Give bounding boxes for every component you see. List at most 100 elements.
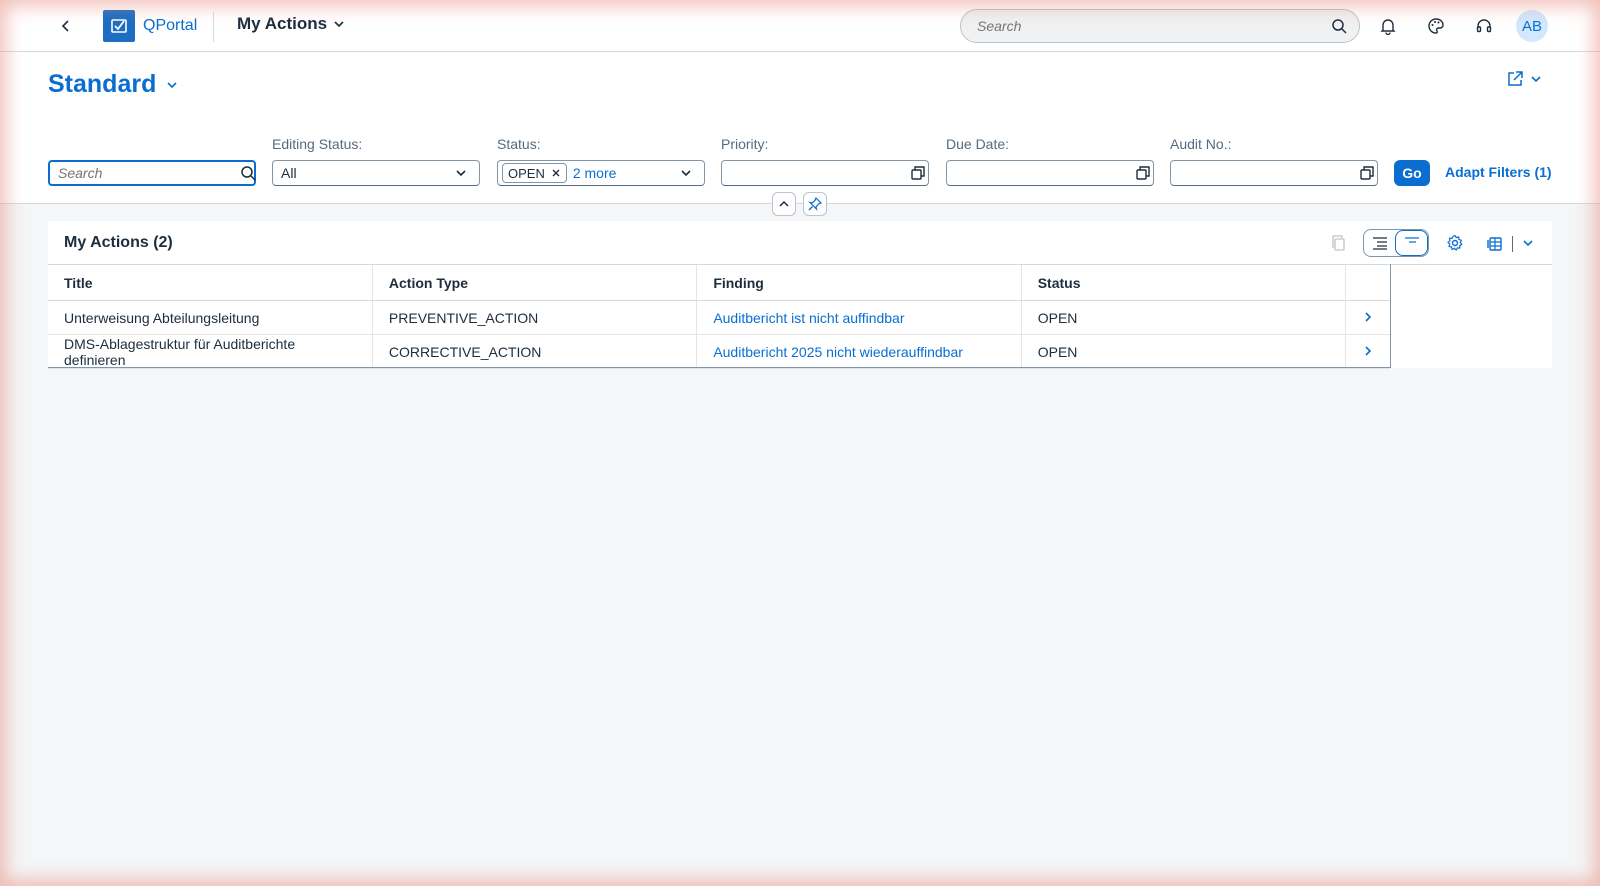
search-icon[interactable] [240,163,256,183]
status-token-text: OPEN [508,165,545,181]
avatar[interactable]: AB [1516,10,1548,42]
share-button[interactable] [1506,70,1542,88]
adapt-filters-link[interactable]: Adapt Filters (1) [1445,164,1552,180]
due-date-label: Due Date: [946,136,1010,152]
shell-bar: QPortal My Actions AB [0,0,1600,52]
chevron-down-icon [334,21,344,28]
copy-icon [1332,235,1345,251]
shell-search-input[interactable] [977,18,1331,34]
chevron-right-icon [1365,311,1372,322]
due-date-input[interactable] [955,165,1136,181]
cell-action-type: PREVENTIVE_ACTION [371,300,697,335]
filter-search-input[interactable] [58,165,240,181]
copy-button[interactable] [1325,229,1353,257]
expand-collapse-segment [1363,229,1429,257]
cell-finding: Auditbericht 2025 nicht wiederauffindbar [696,334,1022,369]
collapse-all-icon [1404,237,1419,243]
variant-selector[interactable]: Standard [48,70,178,99]
shell-separator [213,12,214,42]
row-navigation[interactable] [1345,300,1390,335]
column-header-title[interactable]: Title [48,264,373,301]
chevron-down-icon[interactable] [451,163,471,183]
chevron-left-icon [61,20,69,32]
status-multicombobox[interactable]: OPEN 2 more [497,160,705,186]
value-help-icon[interactable] [1136,163,1150,183]
cell-status: OPEN [1020,300,1346,335]
pin-header-button[interactable] [803,192,827,216]
table-bottom-border [48,367,1391,368]
share-icon [1508,71,1523,86]
cell-finding: Auditbericht ist nicht auffindbar [696,300,1022,335]
page-title: My Actions [237,14,328,33]
chevron-right-icon [1365,345,1372,356]
priority-field[interactable] [721,160,929,186]
value-help-icon[interactable] [1360,163,1374,183]
status-more-link[interactable]: 2 more [573,165,676,181]
bell-icon [1380,19,1396,35]
table-right-border [1390,264,1391,368]
export-spreadsheet-icon [1487,237,1502,251]
checklist-logo-icon [111,19,127,33]
expand-all-icon [1372,237,1387,250]
support-button[interactable] [1470,12,1498,40]
finding-link[interactable]: Auditbericht ist nicht auffindbar [713,310,904,326]
filter-header: Standard Editing Status: All Status: OPE… [0,52,1600,216]
collapse-header-button[interactable] [772,192,796,216]
value-help-icon[interactable] [911,163,925,183]
notifications-button[interactable] [1374,12,1402,40]
chevron-down-icon[interactable] [676,163,696,183]
variant-name: Standard [48,70,157,98]
audit-no-input[interactable] [1179,165,1360,181]
app-name[interactable]: QPortal [143,17,197,35]
expand-all-button[interactable] [1364,230,1395,256]
cell-status: OPEN [1020,334,1346,369]
actions-table: Title Action Type Finding Status Unterwe… [48,264,1390,369]
palette-icon [1428,18,1444,34]
back-button[interactable] [52,12,80,40]
table-row[interactable]: DMS-Ablagestruktur für Auditberichte def… [48,334,1390,369]
finding-link[interactable]: Auditbericht 2025 nicht wiederauffindbar [713,344,963,360]
editing-status-value: All [281,165,297,181]
cell-title: DMS-Ablagestruktur für Auditberichte def… [48,334,373,369]
table-header-row: Title Action Type Finding Status [48,264,1390,301]
column-header-action-type[interactable]: Action Type [371,264,697,301]
audit-no-field[interactable] [1170,160,1378,186]
gear-icon [1447,234,1463,251]
column-header-status[interactable]: Status [1020,264,1346,301]
editing-status-select[interactable]: All [272,160,480,186]
go-button[interactable]: Go [1394,160,1430,186]
theme-button[interactable] [1422,12,1450,40]
chevron-up-icon [779,200,789,207]
audit-no-label: Audit No.: [1170,136,1232,152]
settings-button[interactable] [1441,229,1469,257]
column-header-finding[interactable]: Finding [696,264,1022,301]
search-icon[interactable] [1331,18,1347,34]
table-header-extension [1391,264,1552,265]
pin-icon [808,197,822,211]
editing-status-label: Editing Status: [272,136,363,152]
table-row[interactable]: Unterweisung Abteilungsleitung PREVENTIV… [48,300,1390,335]
chevron-down-icon [1531,76,1541,83]
export-menu-button[interactable] [1514,229,1542,257]
row-navigation[interactable] [1345,334,1390,369]
priority-input[interactable] [730,165,911,181]
cell-action-type: CORRECTIVE_ACTION [371,334,697,369]
priority-label: Priority: [721,136,769,152]
chevron-down-icon [167,81,177,88]
headset-icon [1476,19,1492,33]
close-icon[interactable] [551,168,561,178]
collapse-all-button[interactable] [1395,230,1428,256]
app-logo[interactable] [103,10,135,42]
cell-title: Unterweisung Abteilungsleitung [48,300,373,335]
page-title-menu[interactable]: My Actions [237,14,345,34]
status-label: Status: [497,136,541,152]
actions-table-card: My Actions (2) Title Action Type Finding… [48,221,1552,369]
shell-search-field[interactable] [960,9,1360,43]
toolbar-separator [1512,236,1513,252]
status-token[interactable]: OPEN [502,163,567,183]
due-date-field[interactable] [946,160,1154,186]
column-header-navigation [1345,264,1390,301]
export-button[interactable] [1480,229,1508,257]
chevron-down-icon [1523,240,1533,247]
filter-search-field[interactable] [48,160,256,186]
